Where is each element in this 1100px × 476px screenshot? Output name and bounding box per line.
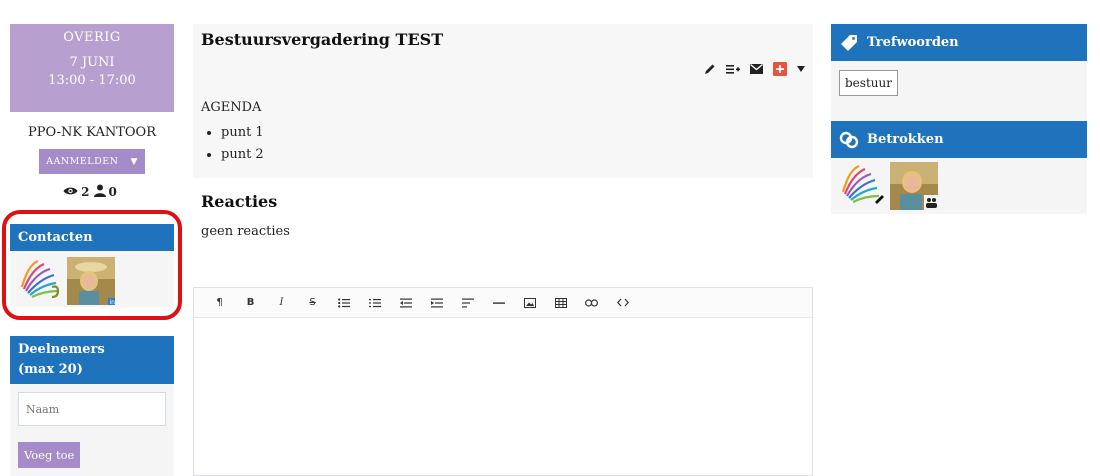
reactions-title: Reacties <box>201 192 278 211</box>
involved-list <box>831 158 1087 214</box>
event-date-card: OVERIG 7 JUNI 13:00 - 17:00 <box>10 24 174 112</box>
organization-logo-avatar[interactable] <box>18 257 62 307</box>
reactions-section: Reacties geen reacties <box>193 178 813 288</box>
agenda-list: punt 1 punt 2 <box>221 122 264 166</box>
indent-icon[interactable] <box>421 293 452 313</box>
event-location: PPO-NK KANTOOR <box>28 125 156 140</box>
add-to-list-icon[interactable] <box>726 62 740 76</box>
participants-panel: Deelnemers (max 20) Voeg toe <box>10 336 174 476</box>
contacts-list: in <box>10 251 174 307</box>
involved-person-avatar[interactable] <box>890 162 939 214</box>
outdent-icon[interactable] <box>390 293 421 313</box>
event-sidebar: OVERIG 7 JUNI 13:00 - 17:00 PPO-NK KANTO… <box>10 24 174 200</box>
participant-name-input[interactable] <box>18 392 166 426</box>
add-participant-button[interactable]: Voeg toe <box>18 442 81 468</box>
event-actions <box>704 62 805 76</box>
participants-header: Deelnemers (max 20) <box>10 336 174 384</box>
paragraph-button[interactable]: ¶ <box>204 293 235 313</box>
event-date: 7 JUNI <box>69 55 115 70</box>
caret-down-icon[interactable] <box>797 62 805 76</box>
table-icon[interactable] <box>545 293 576 313</box>
no-reactions-text: geen reacties <box>201 224 290 239</box>
main-content: Bestuursvergadering TEST AGENDA punt 1 p… <box>193 24 813 288</box>
right-sidebar: Trefwoorden bestuur Betrokken <box>831 24 1087 214</box>
signup-button-label: AANMELDEN <box>46 156 119 167</box>
link-icon[interactable] <box>576 293 607 313</box>
edit-pencil-icon[interactable] <box>704 62 716 76</box>
participants-form: Voeg toe <box>10 384 174 476</box>
link-chain-icon <box>839 131 859 148</box>
contacts-panel: Contacten in <box>10 224 174 307</box>
numbered-list-icon[interactable] <box>359 293 390 313</box>
keywords-title: Trefwoorden <box>867 35 959 50</box>
align-left-icon[interactable] <box>452 293 483 313</box>
image-icon[interactable] <box>514 293 545 313</box>
tag-icon <box>841 34 857 51</box>
page-title: Bestuursvergadering TEST <box>201 30 444 49</box>
add-plus-icon[interactable] <box>773 62 787 76</box>
participants-max: (max 20) <box>18 362 83 377</box>
bold-button[interactable]: B <box>235 293 266 313</box>
event-time: 13:00 - 17:00 <box>48 73 136 88</box>
contact-photo-avatar[interactable]: in <box>67 257 115 309</box>
keywords-header: Trefwoorden <box>831 24 1087 61</box>
keyword-tag[interactable]: bestuur <box>839 70 898 96</box>
mail-icon[interactable] <box>750 62 763 76</box>
attendees-count: 0 <box>108 185 117 199</box>
event-category: OVERIG <box>63 30 121 45</box>
eye-icon <box>63 185 78 199</box>
editor-toolbar: ¶ B I S <box>194 288 812 318</box>
italic-button[interactable]: I <box>266 293 297 313</box>
svg-text:in: in <box>110 299 116 305</box>
signup-button[interactable]: AANMELDEN ▼ <box>39 149 145 174</box>
user-icon <box>93 184 106 200</box>
involved-header: Betrokken <box>831 121 1087 158</box>
event-details: Bestuursvergadering TEST AGENDA punt 1 p… <box>193 24 813 178</box>
agenda-item: punt 1 <box>221 122 264 144</box>
horizontal-rule-icon[interactable] <box>483 293 514 313</box>
participants-title: Deelnemers <box>18 342 105 357</box>
strikethrough-button[interactable]: S <box>297 293 328 313</box>
organization-logo-avatar[interactable] <box>839 162 885 214</box>
event-counts: 2 0 <box>10 184 174 200</box>
caret-down-icon: ▼ <box>130 157 138 167</box>
contacts-title: Contacten <box>10 224 174 251</box>
comment-editor: ¶ B I S <box>193 287 813 476</box>
involved-title: Betrokken <box>867 132 944 147</box>
views-count: 2 <box>81 185 90 199</box>
comment-text-area[interactable] <box>194 318 812 475</box>
agenda-item: punt 2 <box>221 144 264 166</box>
keywords-list: bestuur <box>831 61 1087 121</box>
code-icon[interactable] <box>607 293 638 313</box>
bullet-list-icon[interactable] <box>328 293 359 313</box>
agenda-heading: AGENDA <box>201 100 262 115</box>
